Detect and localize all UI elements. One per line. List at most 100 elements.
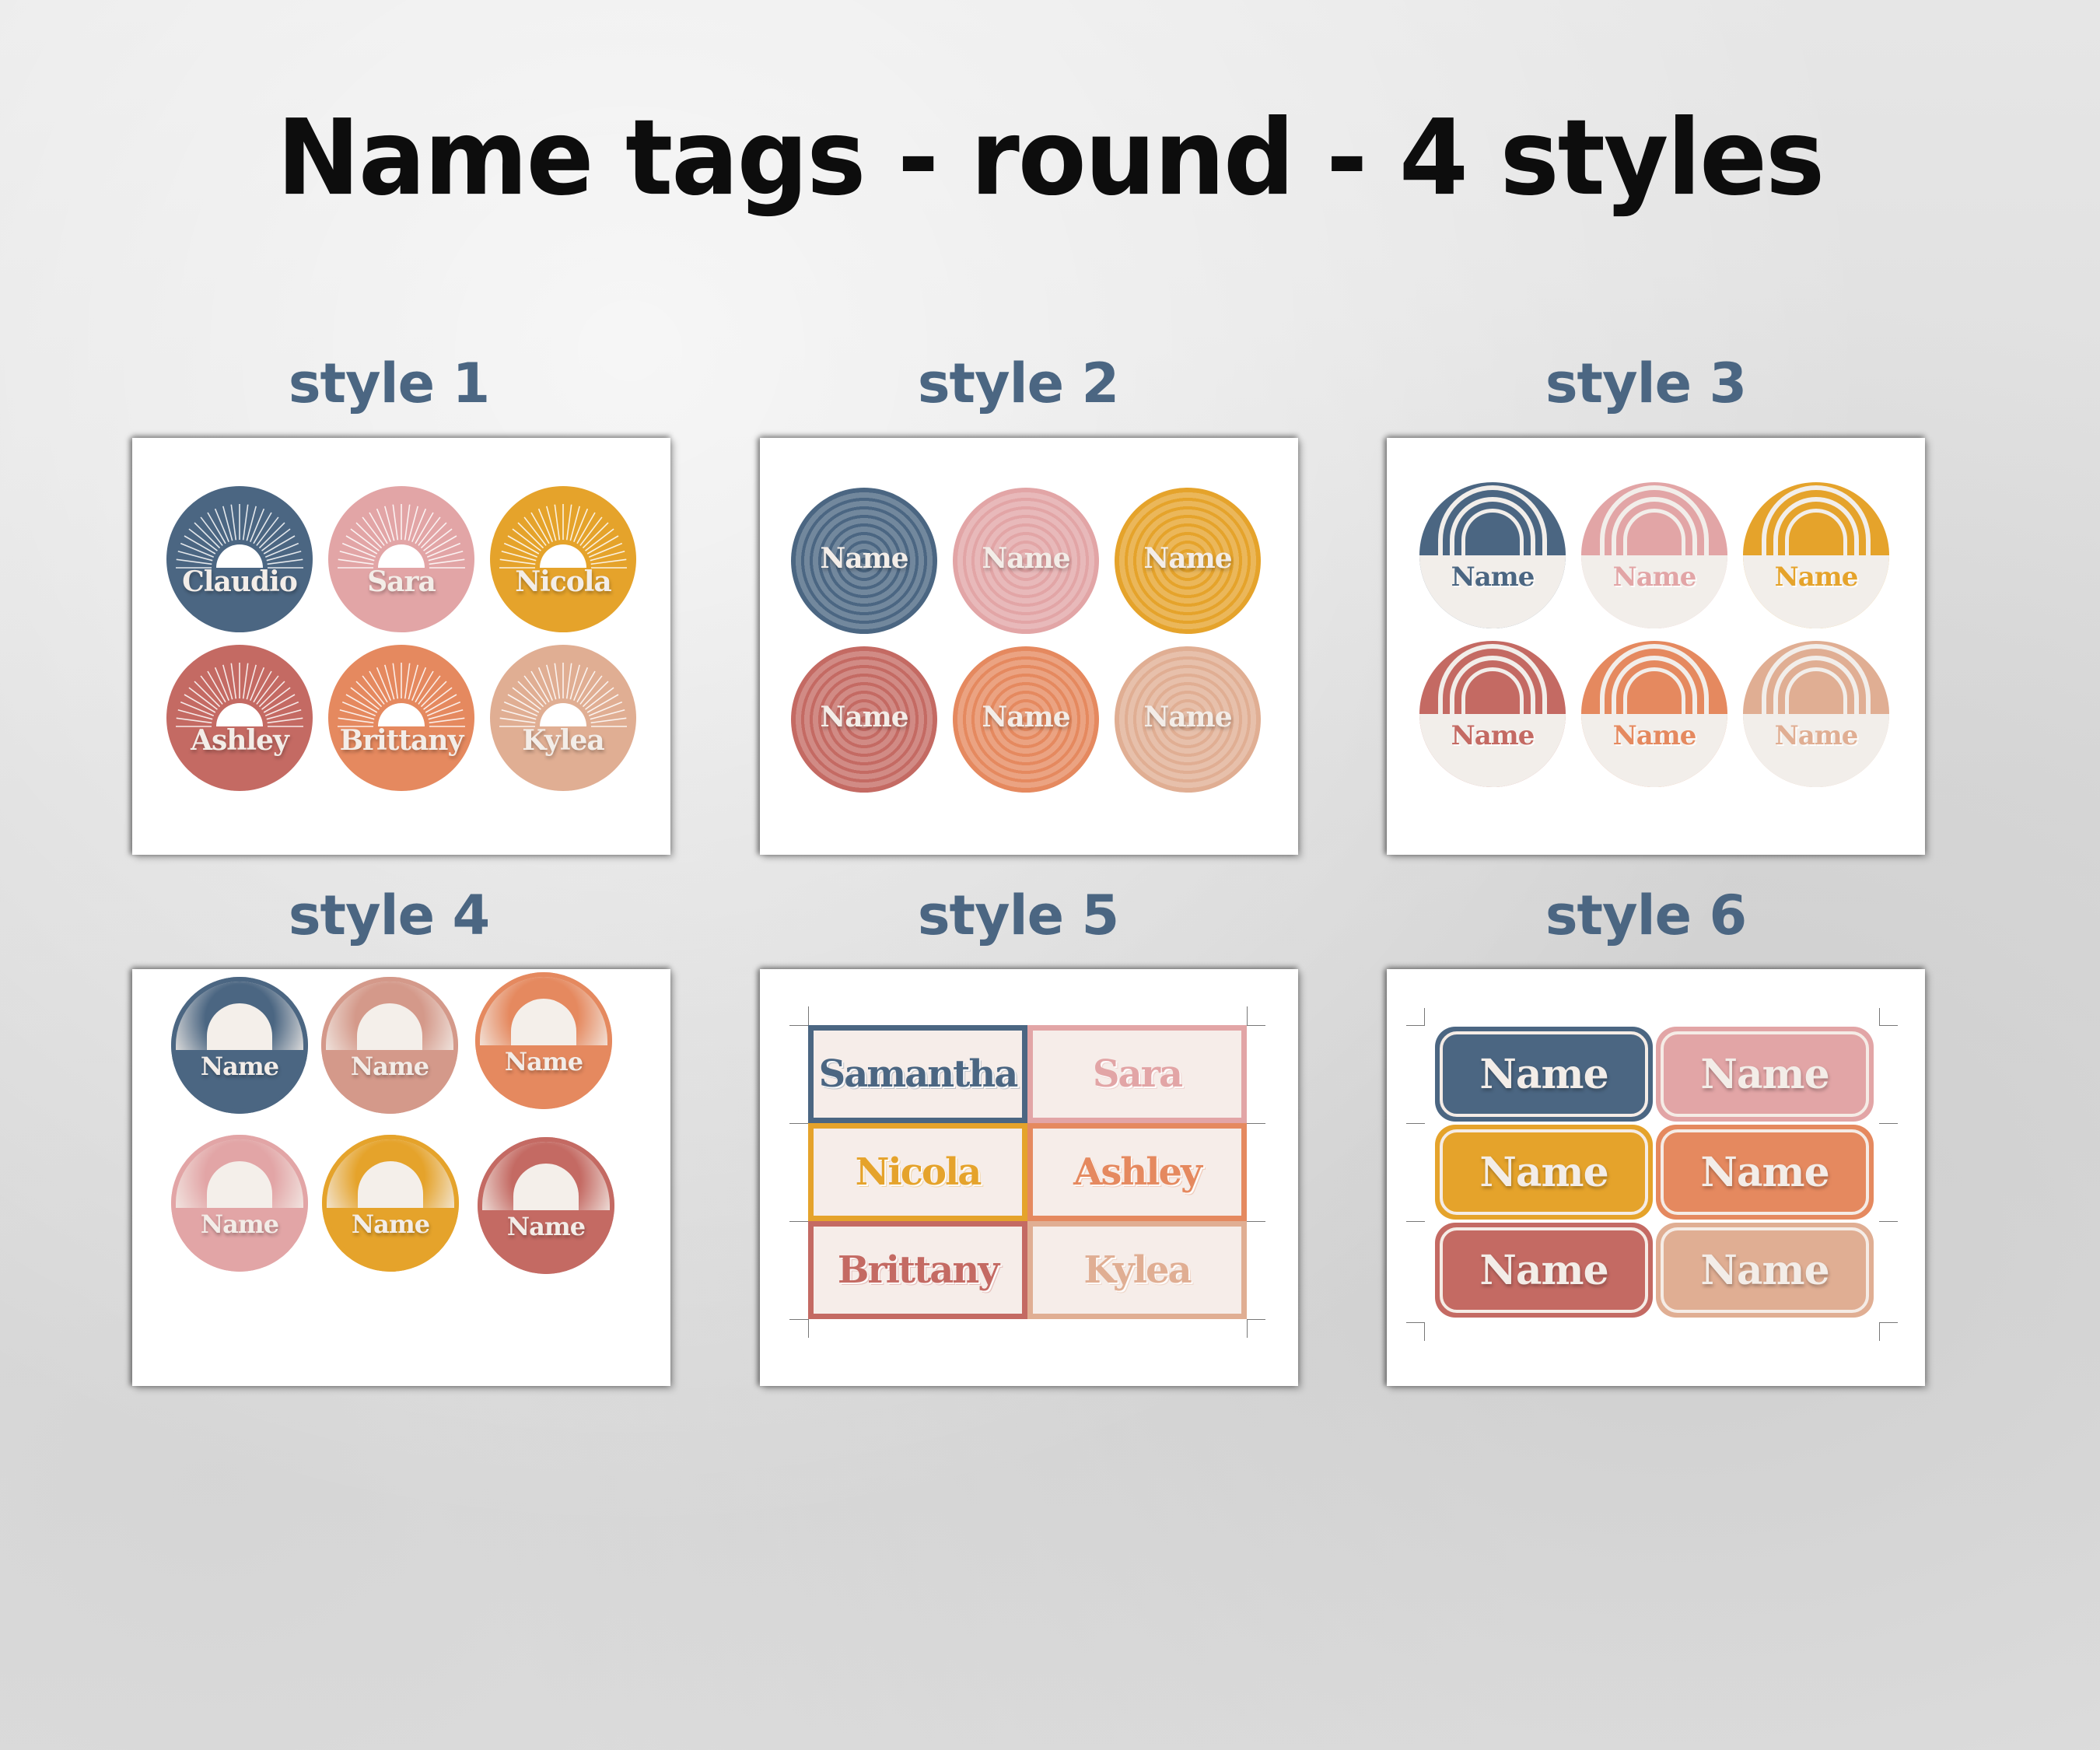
tag-name[interactable]: Name [1479, 1149, 1608, 1196]
crop-mark [1247, 1319, 1248, 1338]
name-tag[interactable]: Name [1435, 1223, 1653, 1318]
name-tag[interactable]: Name [171, 1135, 308, 1272]
tag-name[interactable]: Nicola [856, 1150, 982, 1194]
name-tag[interactable]: Name [1656, 1223, 1874, 1318]
crop-mark [1879, 1322, 1898, 1323]
tag-name[interactable]: Name [171, 1052, 308, 1081]
crop-mark [808, 1006, 809, 1025]
name-tag[interactable]: Name [1581, 482, 1727, 628]
crop-mark [789, 1025, 808, 1026]
tag-inner-border: Name [1440, 1227, 1648, 1313]
name-tag[interactable]: Name [1656, 1027, 1874, 1122]
tag-name[interactable]: Ashley [1073, 1150, 1202, 1194]
style-2-sheet[interactable]: Name Name Name Name Name Name [760, 438, 1298, 855]
name-tag[interactable]: Name [1115, 646, 1261, 793]
tag-name[interactable]: Name [1419, 720, 1566, 751]
tag-inner-border: Name [1661, 1031, 1869, 1117]
name-tag[interactable]: Name [1419, 641, 1566, 787]
tag-name[interactable]: Name [791, 542, 937, 575]
name-tag[interactable]: Nicola [808, 1123, 1027, 1221]
tag-name[interactable]: Name [1581, 720, 1727, 751]
tag-name[interactable]: Name [1743, 562, 1889, 593]
name-tag[interactable]: Sara [328, 486, 474, 632]
crop-mark [808, 1319, 809, 1338]
tag-name[interactable]: Name [1700, 1247, 1829, 1294]
name-tag[interactable]: Name [1656, 1125, 1874, 1220]
name-tag[interactable]: Name [321, 977, 458, 1114]
crop-mark [1879, 1008, 1880, 1025]
tag-name[interactable]: Sara [328, 565, 474, 598]
name-tag[interactable]: Name [478, 1137, 614, 1274]
name-tag[interactable]: Name [475, 972, 612, 1109]
tag-name[interactable]: Kylea [490, 724, 636, 757]
tag-inner-border: Name [1661, 1227, 1869, 1313]
tag-name[interactable]: Sara [1093, 1052, 1183, 1096]
style-4-sheet[interactable]: Name Name Name Name Name Name [132, 969, 670, 1386]
style-5-sheet[interactable]: Samantha Sara Nicola Ashley Brittany Kylea [760, 969, 1298, 1386]
crop-mark [789, 1221, 808, 1222]
tag-name[interactable]: Name [1700, 1149, 1829, 1196]
name-tag[interactable]: Name [791, 488, 937, 634]
name-tag[interactable]: Name [1581, 641, 1727, 787]
tag-name[interactable]: Ashley [166, 724, 313, 757]
tag-name[interactable]: Name [1419, 562, 1566, 593]
tag-name[interactable]: Kylea [1083, 1248, 1192, 1292]
style-label-3: style 3 [1545, 352, 1747, 415]
crop-mark [1247, 1123, 1265, 1124]
crop-mark [1879, 1221, 1898, 1222]
name-tag[interactable]: Sara [1027, 1025, 1247, 1123]
name-tag[interactable]: Ashley [1027, 1123, 1247, 1221]
tag-name[interactable]: Nicola [490, 565, 636, 598]
name-tag[interactable]: Ashley [166, 645, 313, 791]
tag-name[interactable]: Name [953, 701, 1099, 733]
name-tag[interactable]: Brittany [808, 1221, 1027, 1319]
tag-inner-border: Name [1661, 1129, 1869, 1215]
name-tag[interactable]: Name [171, 977, 308, 1114]
tag-name[interactable]: Name [478, 1212, 614, 1241]
tag-name[interactable]: Name [321, 1052, 458, 1081]
crop-mark [789, 1123, 808, 1124]
tag-name[interactable]: Name [953, 542, 1099, 575]
style-1-sheet[interactable]: Claudio Sara Nicola Ashley Brittany Kylea [132, 438, 670, 855]
tag-top-panel [176, 1139, 303, 1208]
tag-name[interactable]: Name [322, 1209, 459, 1239]
tag-name[interactable]: Name [475, 1047, 612, 1076]
tag-name[interactable]: Name [1743, 720, 1889, 751]
name-tag[interactable]: Name [1743, 482, 1889, 628]
tag-name[interactable]: Name [171, 1209, 308, 1239]
tag-name[interactable]: Name [1115, 542, 1261, 575]
name-tag[interactable]: Kylea [490, 645, 636, 791]
name-tag[interactable]: Name [1115, 488, 1261, 634]
name-tag[interactable]: Brittany [328, 645, 474, 791]
name-tag[interactable]: Name [1435, 1125, 1653, 1220]
name-tag[interactable]: Samantha [808, 1025, 1027, 1123]
tag-name[interactable]: Brittany [838, 1248, 999, 1292]
tag-name[interactable]: Name [1581, 562, 1727, 593]
name-tag[interactable]: Name [953, 488, 1099, 634]
style-6-sheet[interactable]: Name Name Name Name Name Name [1387, 969, 1925, 1386]
crop-mark [789, 1319, 808, 1320]
tag-name[interactable]: Claudio [166, 565, 313, 598]
name-tag[interactable]: Name [1419, 482, 1566, 628]
name-tag[interactable]: Kylea [1027, 1221, 1247, 1319]
name-tag[interactable]: Nicola [490, 486, 636, 632]
crop-mark [1879, 1025, 1898, 1026]
name-tag[interactable]: Name [322, 1135, 459, 1272]
style-3-sheet[interactable]: Name Name Name Name Name Name [1387, 438, 1925, 855]
tag-name[interactable]: Name [791, 701, 937, 733]
crop-mark [1406, 1123, 1425, 1124]
tag-top-panel [482, 1142, 610, 1210]
tag-name[interactable]: Name [1700, 1051, 1829, 1098]
crop-mark [1879, 1123, 1898, 1124]
name-tag[interactable]: Name [1435, 1027, 1653, 1122]
style-label-4: style 4 [288, 884, 490, 947]
tag-name[interactable]: Brittany [328, 724, 474, 757]
tag-name[interactable]: Samantha [819, 1052, 1019, 1096]
name-tag[interactable]: Name [1743, 641, 1889, 787]
tag-name[interactable]: Name [1115, 701, 1261, 733]
name-tag[interactable]: Claudio [166, 486, 313, 632]
name-tag[interactable]: Name [791, 646, 937, 793]
name-tag[interactable]: Name [953, 646, 1099, 793]
tag-name[interactable]: Name [1479, 1051, 1608, 1098]
tag-name[interactable]: Name [1479, 1247, 1608, 1294]
